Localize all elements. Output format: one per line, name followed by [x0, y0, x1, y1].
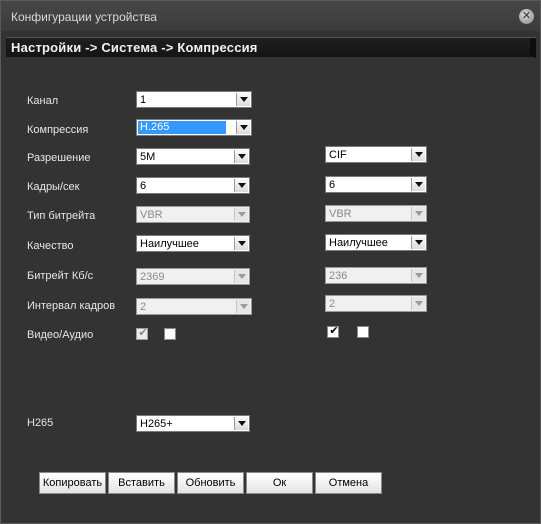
bitrate-main-select[interactable]: 2369	[136, 268, 250, 285]
gop-extra-select[interactable]: 2	[325, 295, 427, 312]
video-audio-label: Видео/Аудио	[27, 329, 94, 341]
quality-extra-select[interactable]: Наилучшее	[325, 234, 427, 251]
quality-label: Качество	[27, 240, 74, 252]
bitrate-type-extra-value: VBR	[329, 208, 352, 220]
resolution-label: Разрешение	[27, 152, 91, 164]
gop-main-select[interactable]: 2	[136, 298, 252, 315]
bitrate-label: Битрейт Кб/с	[27, 270, 94, 282]
compression-label: Компрессия	[27, 124, 89, 136]
chevron-down-icon	[411, 148, 425, 161]
chevron-down-icon	[234, 208, 248, 221]
bitrate-type-extra-select[interactable]: VBR	[325, 205, 427, 222]
quality-extra-value: Наилучшее	[329, 237, 388, 249]
chevron-down-icon	[236, 93, 250, 106]
quality-main-value: Наилучшее	[140, 238, 199, 250]
extra-audio-checkbox[interactable]	[357, 326, 369, 338]
bitrate-type-label: Тип битрейта	[27, 210, 96, 222]
window-title: Конфигурации устройства	[11, 10, 157, 24]
channel-select[interactable]: 1	[136, 91, 252, 108]
bitrate-type-main-select[interactable]: VBR	[136, 206, 250, 223]
gop-main-value: 2	[140, 301, 147, 313]
h265-label: H265	[27, 417, 54, 429]
copy-button[interactable]: Копировать	[39, 472, 106, 494]
extra-video-checkbox[interactable]: ✔	[327, 325, 339, 338]
main-audio-checkbox[interactable]	[164, 328, 176, 340]
chevron-down-icon	[411, 178, 425, 191]
resolution-extra-value: CIF	[329, 149, 347, 161]
chevron-down-icon	[411, 297, 425, 310]
chevron-down-icon	[234, 270, 248, 283]
chevron-down-icon	[234, 150, 248, 163]
ok-button[interactable]: Ок	[246, 472, 313, 494]
device-config-window: Конфигурации устройства ✕ Настройки -> С…	[0, 0, 541, 524]
chevron-down-icon	[234, 237, 248, 250]
checkmark-icon: ✔	[329, 325, 339, 337]
h265-select[interactable]: H265+	[136, 415, 250, 432]
cancel-button[interactable]: Отмена	[315, 472, 382, 494]
fps-extra-select[interactable]: 6	[325, 176, 427, 193]
channel-label: Канал	[27, 95, 59, 107]
chevron-down-icon	[411, 207, 425, 220]
breadcrumb-edge	[530, 38, 536, 58]
compression-panel: Канал 1 Компрессия H.265 Разрешение 5M C…	[9, 57, 534, 517]
gop-label: Интервал кадров	[27, 300, 116, 312]
quality-main-select[interactable]: Наилучшее	[136, 235, 250, 252]
chevron-down-icon	[411, 269, 425, 282]
compression-value: H.265	[138, 121, 226, 134]
paste-button[interactable]: Вставить	[108, 472, 175, 494]
refresh-button[interactable]: Обновить	[177, 472, 244, 494]
fps-main-value: 6	[140, 180, 147, 192]
resolution-extra-select[interactable]: CIF	[325, 146, 427, 163]
resolution-main-select[interactable]: 5M	[136, 148, 250, 165]
fps-label: Кадры/сек	[27, 181, 80, 193]
breadcrumb-text: Настройки -> Система -> Компрессия	[11, 40, 258, 55]
resolution-main-value: 5M	[140, 151, 156, 163]
compression-select[interactable]: H.265	[136, 119, 252, 136]
breadcrumb: Настройки -> Система -> Компрессия	[6, 37, 536, 58]
fps-extra-value: 6	[329, 179, 336, 191]
gop-extra-value: 2	[329, 298, 336, 310]
main-video-checkbox[interactable]: ✔	[136, 327, 148, 340]
close-icon[interactable]: ✕	[519, 9, 534, 24]
title-bar[interactable]: Конфигурации устройства ✕	[1, 1, 540, 31]
bitrate-main-value: 2369	[140, 271, 165, 283]
fps-main-select[interactable]: 6	[136, 177, 250, 194]
chevron-down-icon	[411, 236, 425, 249]
chevron-down-icon	[234, 179, 248, 192]
chevron-down-icon	[236, 121, 250, 134]
bitrate-type-main-value: VBR	[140, 209, 163, 221]
h265-value: H265+	[140, 418, 173, 430]
channel-value: 1	[140, 94, 147, 106]
bitrate-extra-value: 236	[329, 270, 348, 282]
checkmark-icon: ✔	[138, 327, 148, 339]
chevron-down-icon	[236, 300, 250, 313]
chevron-down-icon	[234, 417, 248, 430]
bitrate-extra-select[interactable]: 236	[325, 267, 427, 284]
